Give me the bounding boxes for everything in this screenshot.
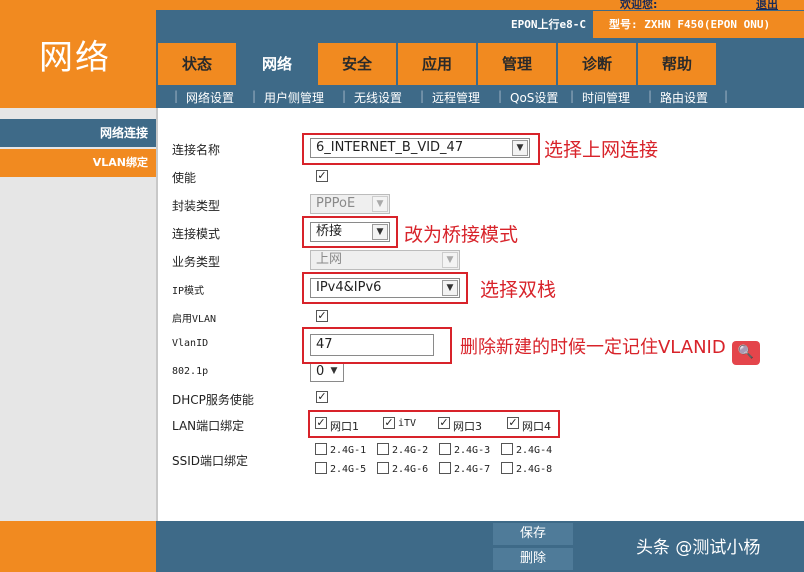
ssid-8-label: 2.4G-8 [516,464,553,475]
subtab-wireless[interactable]: 无线设置 [354,89,402,106]
annotation-ip: 选择双栈 [480,279,557,301]
dhcp-checkbox[interactable]: ✓ [316,391,328,403]
lan-bind-label: LAN端口绑定 [172,419,245,433]
tab-help[interactable]: 帮助 [638,43,716,85]
ip-mode-label: IP模式 [172,286,205,297]
dot1p-label: 802.1p [172,366,209,377]
subtab-separator: | [498,89,503,103]
tab-application[interactable]: 应用 [398,43,476,85]
conn-name-label: 连接名称 [172,143,221,157]
save-button[interactable]: 保存 [493,523,573,545]
highlight-ip-mode [302,272,468,304]
highlight-lan-ports [308,410,560,438]
ssid-6-label: 2.4G-6 [392,464,429,475]
delete-button[interactable]: 删除 [493,548,573,570]
annotation-vlan: 删除新建的时候一定记住VLANID [460,337,726,358]
subtab-separator: | [342,89,347,103]
service-select: 上网 ▼ [310,250,460,270]
vlanid-label: VlanID [172,338,209,349]
ssid-3-label: 2.4G-3 [454,445,491,456]
chevron-down-icon: ▼ [330,366,338,376]
ssid-3-checkbox[interactable] [439,443,451,455]
ssid-5-checkbox[interactable] [315,462,327,474]
sidebar-item-vlan-binding[interactable]: VLAN绑定 [0,149,156,177]
subtab-routing[interactable]: 路由设置 [660,89,708,106]
highlight-vlanid [302,327,452,364]
ssid-1-label: 2.4G-1 [330,445,367,456]
subtab-separator: | [174,89,179,103]
ssid-7-checkbox[interactable] [439,462,451,474]
ssid-2-label: 2.4G-2 [392,445,429,456]
encap-label: 封装类型 [172,199,221,213]
section-title: 网络 [39,38,111,78]
chevron-down-icon: ▼ [442,252,458,268]
tab-management[interactable]: 管理 [478,43,556,85]
subtab-separator: | [252,89,257,103]
dhcp-label: DHCP服务使能 [172,393,254,407]
annotation-mode: 改为桥接模式 [404,224,519,246]
service-label: 业务类型 [172,255,221,269]
ssid-5-label: 2.4G-5 [330,464,367,475]
annotation-conn: 选择上网连接 [544,139,659,161]
mode-label: 连接模式 [172,227,221,241]
subtab-network-settings[interactable]: 网络设置 [186,89,234,106]
ssid-4-checkbox[interactable] [501,443,513,455]
enable-checkbox[interactable]: ✓ [316,170,328,182]
vlan-enable-label: 启用VLAN [172,314,217,325]
dot1p-select[interactable]: 0 ▼ [310,362,344,382]
highlight-mode [302,216,398,248]
model-label: 型号: ZXHN F450(EPON ONU) [593,11,804,38]
subtab-time[interactable]: 时间管理 [582,89,630,106]
subtab-separator: | [570,89,575,103]
ssid-4-label: 2.4G-4 [516,445,553,456]
dot1p-value: 0 [316,364,325,379]
subtab-separator: | [420,89,425,103]
enable-label: 使能 [172,171,197,185]
subtab-user-side[interactable]: 用户侧管理 [264,89,324,106]
subtab-separator: | [648,89,653,103]
watermark: 头条 @测试小杨 [636,538,761,558]
highlight-conn-name [302,133,540,165]
footer-left [0,521,156,572]
sidebar-item-network-connection[interactable]: 网络连接 [0,119,156,147]
chevron-down-icon: ▼ [372,196,388,212]
vlan-enable-checkbox[interactable]: ✓ [316,310,328,322]
tab-network[interactable]: 网络 [238,43,316,85]
service-value: 上网 [316,252,343,267]
ssid-2-checkbox[interactable] [377,443,389,455]
ssid-bind-label: SSID端口绑定 [172,454,249,468]
top-accent-strip [0,0,804,10]
subtab-remote[interactable]: 远程管理 [432,89,480,106]
subtab-qos[interactable]: QoS设置 [510,89,558,106]
subtab-separator: | [724,89,729,103]
content-divider [156,108,158,521]
tab-security[interactable]: 安全 [318,43,396,85]
encap-value: PPPoE [316,196,356,211]
ssid-6-checkbox[interactable] [377,462,389,474]
ssid-7-label: 2.4G-7 [454,464,491,475]
device-type-label: EPON上行e8-C [511,18,586,31]
ssid-1-checkbox[interactable] [315,443,327,455]
ssid-8-checkbox[interactable] [501,462,513,474]
tab-diagnostics[interactable]: 诊断 [558,43,636,85]
encap-select: PPPoE ▼ [310,194,390,214]
search-icon[interactable]: 🔍 [732,341,760,365]
tab-status[interactable]: 状态 [158,43,236,85]
